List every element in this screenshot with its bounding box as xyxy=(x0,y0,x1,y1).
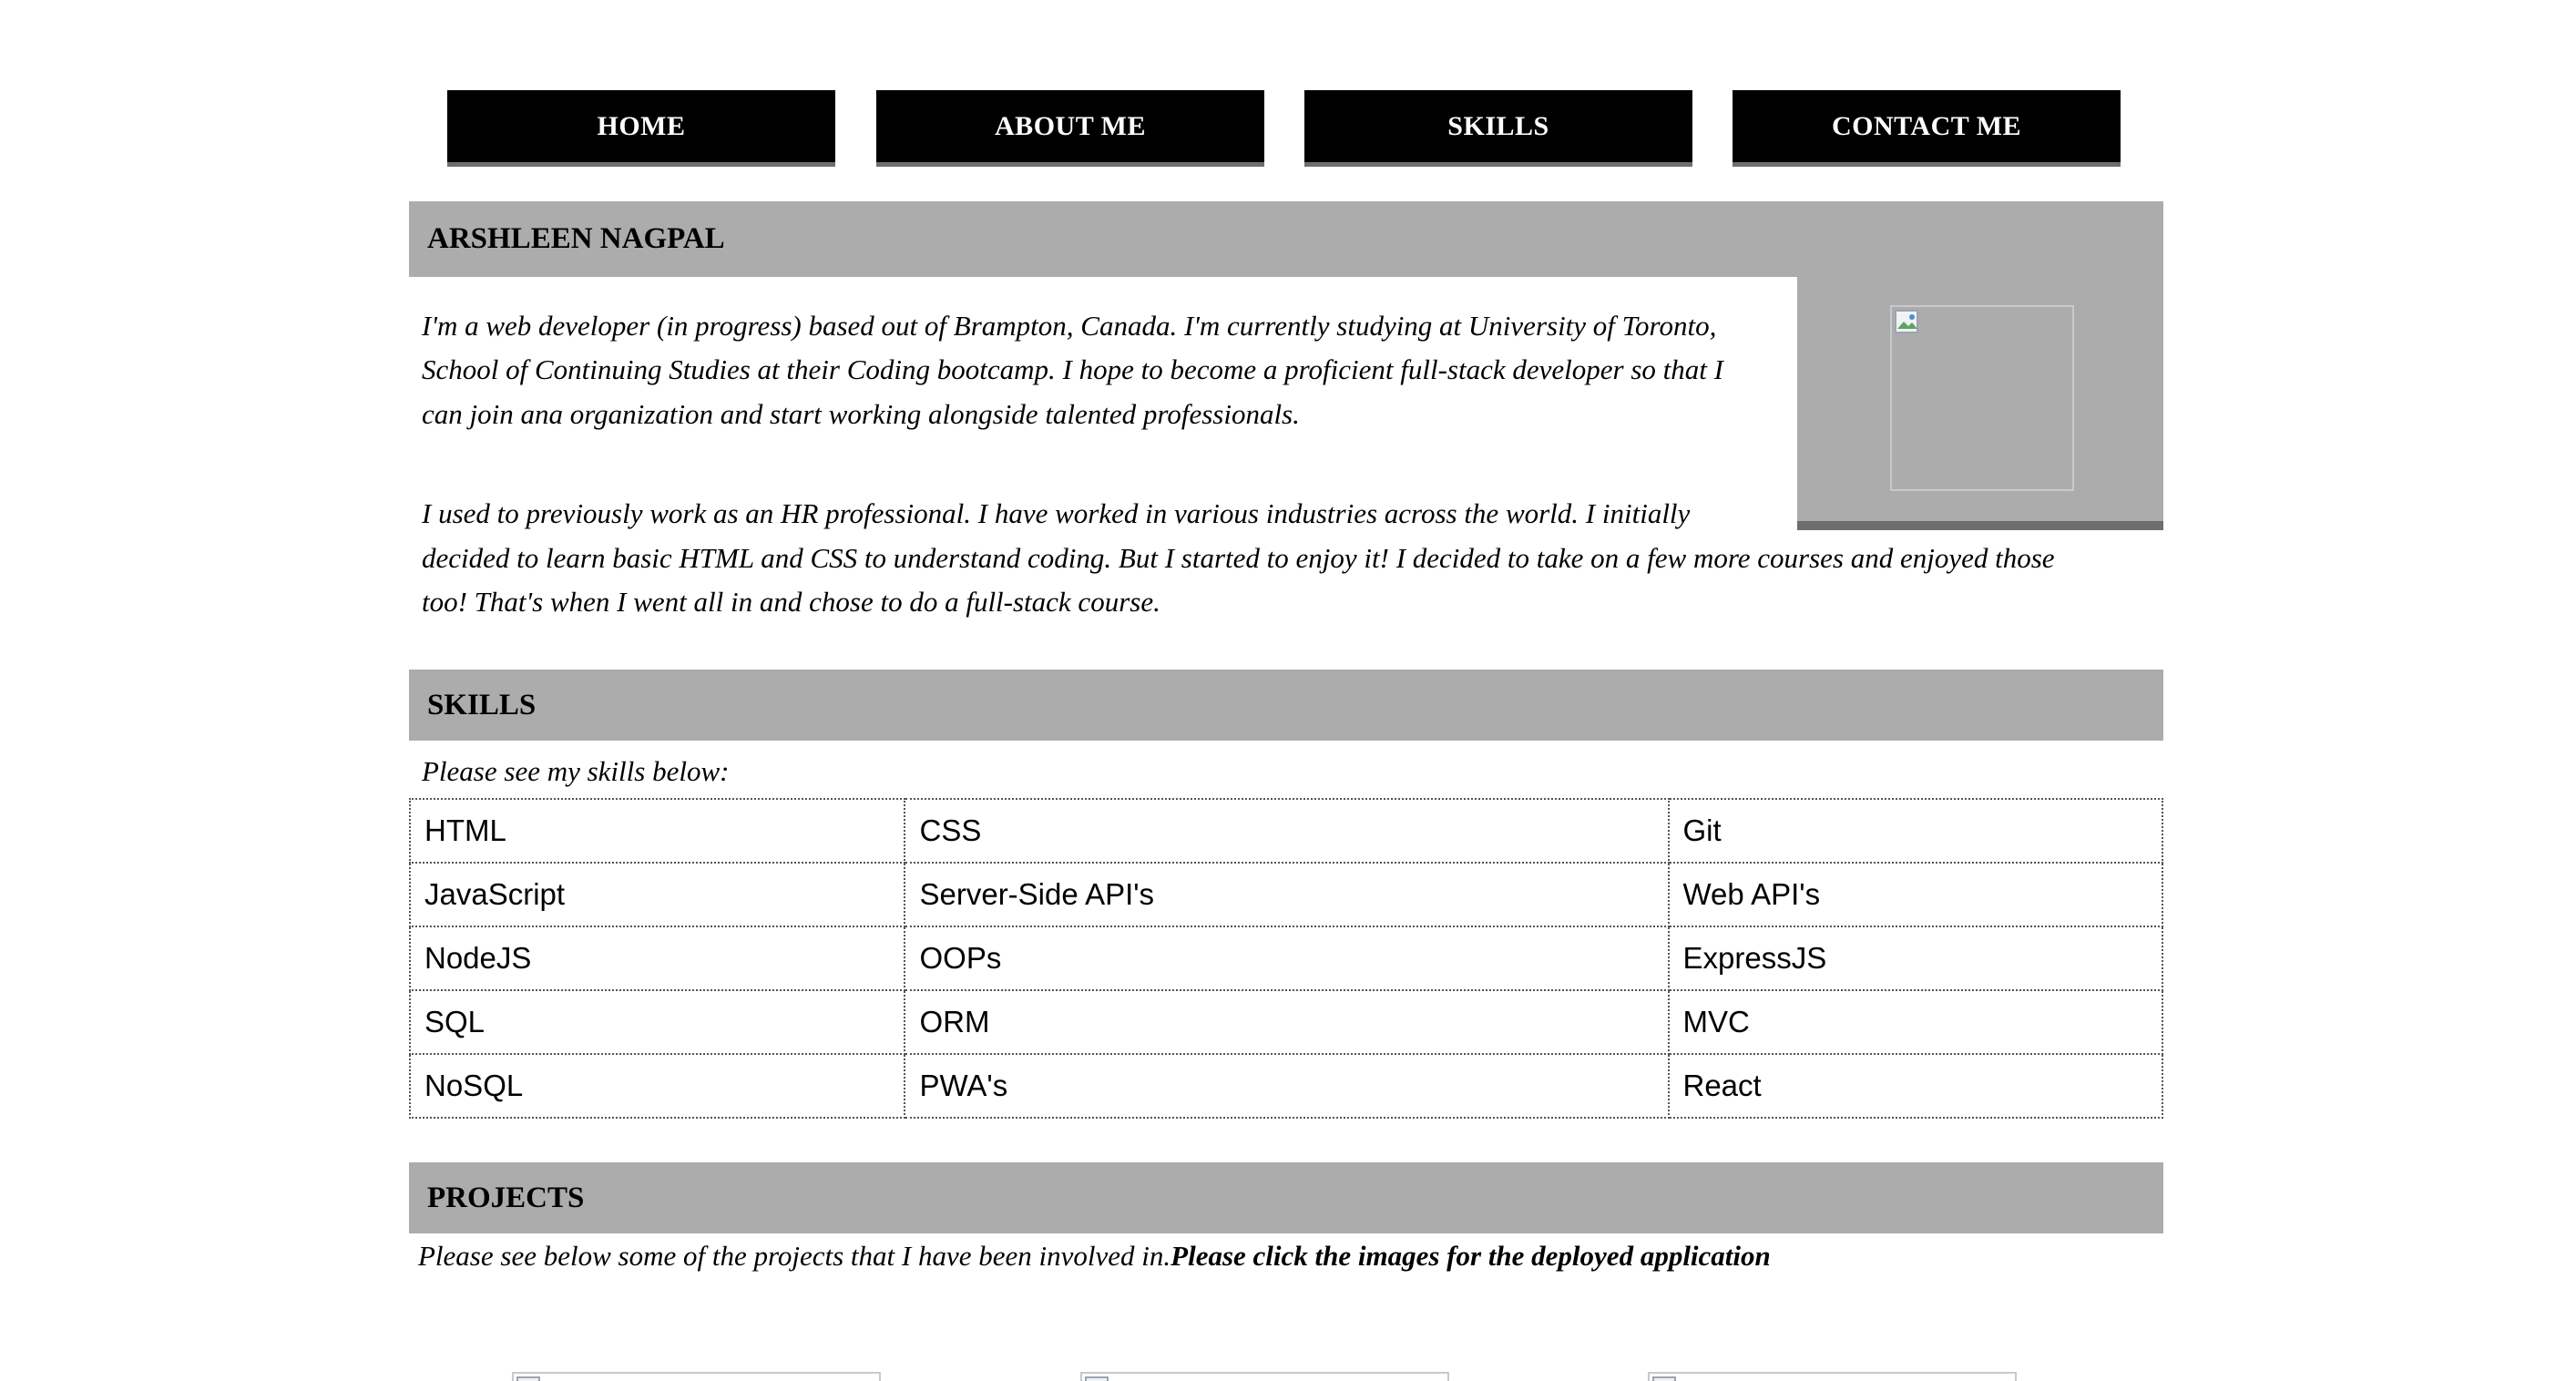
table-row: JavaScript Server-Side API's Web API's xyxy=(408,862,2163,927)
projects-intro-bold: Please click the images for the deployed… xyxy=(1170,1240,1771,1272)
portfolio-page: HOME ABOUT ME SKILLS CONTACT ME ARSHLEEN… xyxy=(0,0,2576,1381)
broken-image-icon xyxy=(1085,1376,1109,1381)
profile-photo xyxy=(1890,305,2074,491)
about-line: I used to previously work as an HR profe… xyxy=(422,497,1691,529)
table-row: NodeJS OOPs ExpressJS xyxy=(408,926,2163,991)
skill-cell: OOPs xyxy=(904,926,1670,991)
about-line: too! That's when I went all in and chose… xyxy=(422,586,1160,618)
about-line: decided to learn basic HTML and CSS to u… xyxy=(422,542,2055,574)
skill-cell: PWA's xyxy=(904,1053,1670,1119)
skills-intro: Please see my skills below: xyxy=(422,755,730,787)
about-heading: ARSHLEEN NAGPAL xyxy=(409,201,2163,277)
about-line: School of Continuing Studies at their Co… xyxy=(422,353,1723,385)
skill-cell: NoSQL xyxy=(408,1053,906,1119)
skill-cell: JavaScript xyxy=(408,862,906,927)
broken-image-icon xyxy=(1895,310,1918,333)
project-image-2[interactable] xyxy=(1080,1372,1449,1381)
project-image-3[interactable] xyxy=(1648,1372,2017,1381)
skill-cell: NodeJS xyxy=(408,926,906,991)
table-row: NoSQL PWA's React xyxy=(408,1053,2163,1119)
skills-table: HTML CSS Git JavaScript Server-Side API'… xyxy=(408,798,2163,1119)
nav-contact-me-button[interactable]: CONTACT ME xyxy=(1733,90,2121,162)
table-row: HTML CSS Git xyxy=(408,798,2163,864)
skill-cell: Web API's xyxy=(1667,862,2163,927)
nav-home-button[interactable]: HOME xyxy=(447,90,835,162)
about-line: I'm a web developer (in progress) based … xyxy=(422,310,1717,342)
skills-heading: SKILLS xyxy=(409,670,2163,741)
broken-image-icon xyxy=(1652,1376,1676,1381)
skill-cell: CSS xyxy=(904,798,1670,864)
table-row: SQL ORM MVC xyxy=(408,989,2163,1055)
skill-cell: Git xyxy=(1667,798,2163,864)
nav-skills-button[interactable]: SKILLS xyxy=(1304,90,1692,162)
skill-cell: MVC xyxy=(1667,989,2163,1055)
projects-intro: Please see below some of the projects th… xyxy=(418,1234,1771,1278)
skill-cell: Server-Side API's xyxy=(904,862,1670,927)
about-line: can join ana organization and start work… xyxy=(422,398,1300,430)
project-image-1[interactable] xyxy=(512,1372,881,1381)
skill-cell: HTML xyxy=(408,798,906,864)
skill-cell: React xyxy=(1667,1053,2163,1119)
projects-heading: PROJECTS xyxy=(409,1162,2163,1233)
nav-about-me-button[interactable]: ABOUT ME xyxy=(876,90,1264,162)
projects-intro-text: Please see below some of the projects th… xyxy=(418,1240,1171,1272)
skill-cell: ORM xyxy=(904,989,1670,1055)
broken-image-icon xyxy=(516,1376,540,1381)
profile-photo-panel xyxy=(1797,273,2163,530)
skill-cell: SQL xyxy=(408,989,906,1055)
skill-cell: ExpressJS xyxy=(1667,926,2163,991)
